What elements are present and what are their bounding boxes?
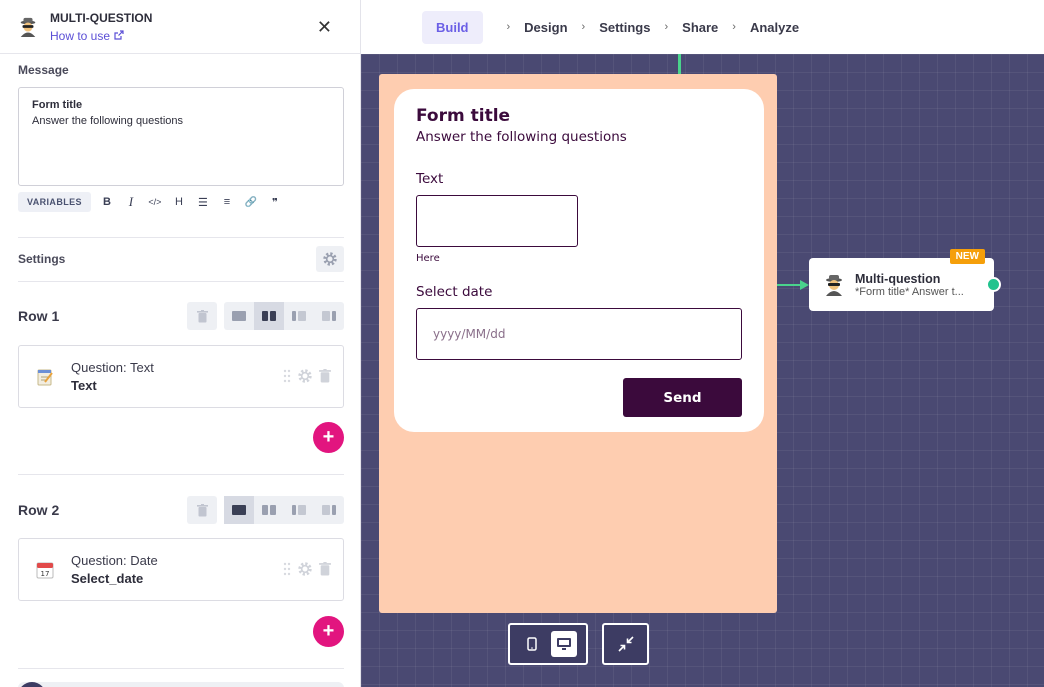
new-badge: NEW	[949, 249, 985, 264]
preview-text-hint: Here	[416, 253, 440, 264]
preview-text-label: Text	[416, 171, 444, 187]
drag-handle-icon[interactable]	[283, 369, 291, 388]
question-type: Question: Text	[71, 360, 154, 375]
nav-separator: ›	[506, 21, 511, 33]
top-nav: Build › Design › Settings › Share › Anal…	[361, 0, 1044, 54]
message-body: Answer the following questions	[32, 115, 184, 127]
device-toggle	[508, 623, 588, 665]
gear-icon[interactable]	[297, 561, 313, 582]
question-card[interactable]: Question: Text Text	[18, 345, 344, 408]
tab-share[interactable]: Share	[682, 20, 718, 35]
layout-right-wide-icon[interactable]	[314, 302, 344, 330]
layout-one-column-icon[interactable]	[224, 496, 254, 524]
tab-build[interactable]: Build	[422, 10, 483, 44]
drag-handle-icon[interactable]	[283, 562, 291, 581]
trash-icon[interactable]	[319, 562, 331, 581]
svg-text:17: 17	[41, 570, 50, 578]
block-settings-panel: MULTI-QUESTION How to use ✕ Message Form…	[0, 0, 361, 687]
tab-analyze[interactable]: Analyze	[750, 20, 799, 35]
gear-icon[interactable]	[316, 246, 344, 272]
variables-button[interactable]: VARIABLES	[18, 192, 91, 212]
panel-header: MULTI-QUESTION How to use ✕	[0, 0, 360, 54]
layout-one-column-icon[interactable]	[224, 302, 254, 330]
row-1-title: Row 1	[18, 308, 60, 324]
nav-separator: ›	[664, 21, 669, 33]
editor-toolbar: VARIABLES B I </> H ☰ ≡ 🔗 ❞	[18, 192, 287, 212]
node-output-handle[interactable]	[986, 277, 1001, 292]
spy-icon	[823, 274, 845, 296]
preview-text-input[interactable]	[416, 195, 578, 247]
gear-icon[interactable]	[297, 368, 313, 389]
nav-separator: ›	[732, 21, 736, 33]
external-link-icon	[114, 29, 124, 43]
row-1-layout-selector	[224, 302, 344, 330]
divider	[18, 281, 344, 282]
how-to-use-link[interactable]: How to use	[50, 29, 152, 43]
divider	[18, 237, 344, 238]
message-label: Message	[18, 63, 69, 77]
quote-icon[interactable]: ❞	[263, 196, 287, 209]
how-to-use-label: How to use	[50, 28, 111, 43]
spy-icon	[18, 17, 38, 37]
mobile-icon[interactable]	[519, 631, 545, 657]
preview-date-input[interactable]: yyyy/MM/dd	[416, 308, 742, 360]
italic-icon[interactable]: I	[119, 194, 143, 210]
multi-question-node[interactable]: NEW Multi-question *Form title* Answer t…	[809, 249, 1001, 311]
layout-left-wide-icon[interactable]	[284, 496, 314, 524]
collapse-icon[interactable]	[602, 623, 649, 665]
add-row-bar[interactable]	[18, 682, 344, 687]
tab-settings[interactable]: Settings	[599, 20, 650, 35]
row-2-title: Row 2	[18, 502, 60, 518]
bold-icon[interactable]: B	[95, 196, 119, 208]
notepad-icon	[35, 367, 55, 387]
tab-design[interactable]: Design	[524, 20, 567, 35]
desktop-icon[interactable]	[551, 631, 577, 657]
add-question-button[interactable]: +	[313, 422, 344, 453]
layout-two-columns-icon[interactable]	[254, 496, 284, 524]
add-question-button[interactable]: +	[313, 616, 344, 647]
code-icon[interactable]: </>	[143, 197, 167, 207]
node-subtitle: *Form title* Answer t...	[855, 285, 964, 298]
question-name: Text	[71, 378, 97, 393]
calendar-icon: 17	[35, 560, 55, 580]
connector-arrow-icon	[800, 280, 809, 290]
settings-label: Settings	[18, 252, 66, 266]
layout-right-wide-icon[interactable]	[314, 496, 344, 524]
divider	[18, 668, 344, 669]
nav-separator: ›	[581, 21, 586, 33]
question-card[interactable]: 17 Question: Date Select_date	[18, 538, 344, 601]
connector-line	[678, 54, 681, 74]
question-actions	[283, 368, 331, 389]
row-2-layout-selector	[224, 496, 344, 524]
row-2-header: Row 2	[18, 496, 344, 524]
trash-icon[interactable]	[319, 369, 331, 388]
preview-form-title: Form title	[416, 106, 511, 126]
close-icon[interactable]: ✕	[317, 17, 332, 38]
message-editor[interactable]: Form title Answer the following question…	[18, 87, 344, 186]
trash-icon[interactable]	[187, 496, 217, 524]
question-name: Select_date	[71, 571, 144, 586]
link-icon[interactable]: 🔗	[239, 197, 263, 208]
panel-title: MULTI-QUESTION	[50, 10, 153, 25]
layout-left-wide-icon[interactable]	[284, 302, 314, 330]
row-1-header: Row 1	[18, 302, 344, 330]
layout-two-columns-icon[interactable]	[254, 302, 284, 330]
form-preview: Form title Answer the following question…	[379, 74, 777, 613]
trash-icon[interactable]	[187, 302, 217, 330]
bullet-list-icon[interactable]: ☰	[191, 196, 215, 209]
question-type: Question: Date	[71, 553, 158, 568]
preview-date-label: Select date	[416, 284, 493, 300]
preview-send-button[interactable]: Send	[623, 378, 742, 417]
divider	[18, 474, 344, 475]
message-title: Form title	[32, 99, 83, 111]
form-preview-card: Form title Answer the following question…	[394, 89, 764, 432]
numbered-list-icon[interactable]: ≡	[215, 196, 239, 208]
preview-date-placeholder: yyyy/MM/dd	[433, 327, 506, 341]
preview-form-subtitle: Answer the following questions	[416, 129, 627, 145]
node-title: Multi-question	[855, 271, 941, 286]
question-actions	[283, 561, 331, 582]
heading-icon[interactable]: H	[167, 196, 191, 208]
